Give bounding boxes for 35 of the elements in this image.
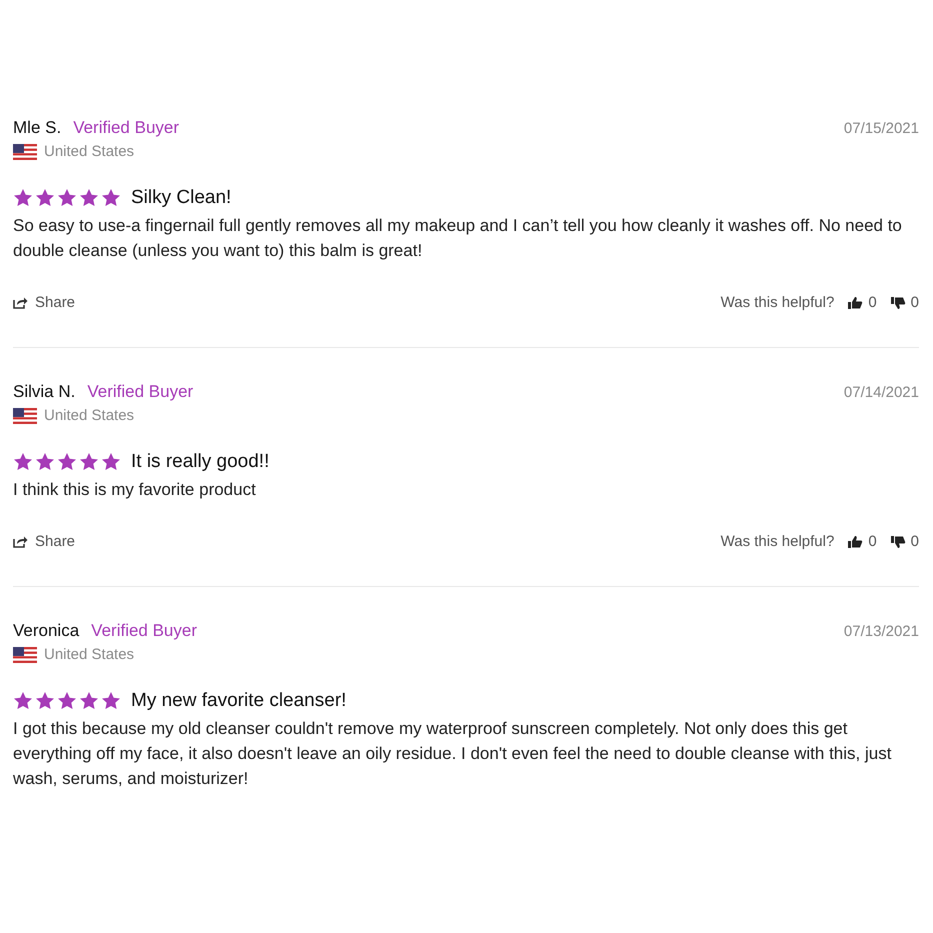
flag-icon	[13, 408, 37, 424]
reviewer-name: Silvia N.	[13, 382, 76, 401]
review-text: I think this is my favorite product	[13, 479, 257, 501]
share-button[interactable]: Share	[13, 533, 76, 550]
country-label: United States	[44, 646, 134, 663]
thumbs-up-icon	[848, 534, 864, 548]
review-date: 07/14/2021	[844, 384, 919, 401]
flag-icon	[13, 144, 37, 160]
thumbs-down-icon	[890, 534, 906, 548]
review-title: My new favorite cleanser!	[131, 690, 346, 712]
thumbs-up-button[interactable]: 0	[848, 294, 877, 311]
country-label: United States	[44, 143, 134, 160]
verified-buyer-label: Verified Buyer	[73, 118, 180, 137]
thumbs-down-button[interactable]: 0	[890, 533, 919, 550]
thumbs-up-icon	[848, 296, 864, 310]
flag-icon	[13, 646, 37, 662]
reviewer-name: Mle S.	[13, 118, 62, 137]
review-text: I got this because my old cleanser couldn't remove my waterproof sunscreen completely. Not only does this get everything off my face, it also doesn't leave an oily residue. I don't even feel the need to double cleanse with this, just wash, serums, and moisturizer!	[13, 718, 892, 790]
review-date: 07/13/2021	[844, 623, 919, 640]
thumbs-down-icon	[890, 296, 906, 310]
reviewer-name: Veronica	[13, 621, 80, 640]
share-icon	[13, 296, 28, 309]
verified-buyer-label: Verified Buyer	[91, 621, 198, 640]
verified-buyer-label: Verified Buyer	[87, 382, 194, 401]
country-label: United States	[44, 407, 134, 424]
thumbs-down-button[interactable]: 0	[890, 294, 919, 311]
share-icon	[13, 535, 28, 548]
review-date: 07/15/2021	[844, 120, 919, 137]
review-title: It is really good!!	[131, 451, 270, 473]
helpful-question: Was this helpful?	[720, 294, 834, 311]
review-text: So easy to use-a fingernail full gently removes all my makeup and I can’t tell you how cleanly it washes off. No need to double cleanse (unless you want to) this balm is great!	[13, 215, 903, 262]
helpful-question: Was this helpful?	[720, 533, 834, 550]
thumbs-up-button[interactable]: 0	[848, 533, 877, 550]
review-title: Silky Clean!	[131, 187, 232, 209]
share-button[interactable]: Share	[13, 294, 76, 311]
